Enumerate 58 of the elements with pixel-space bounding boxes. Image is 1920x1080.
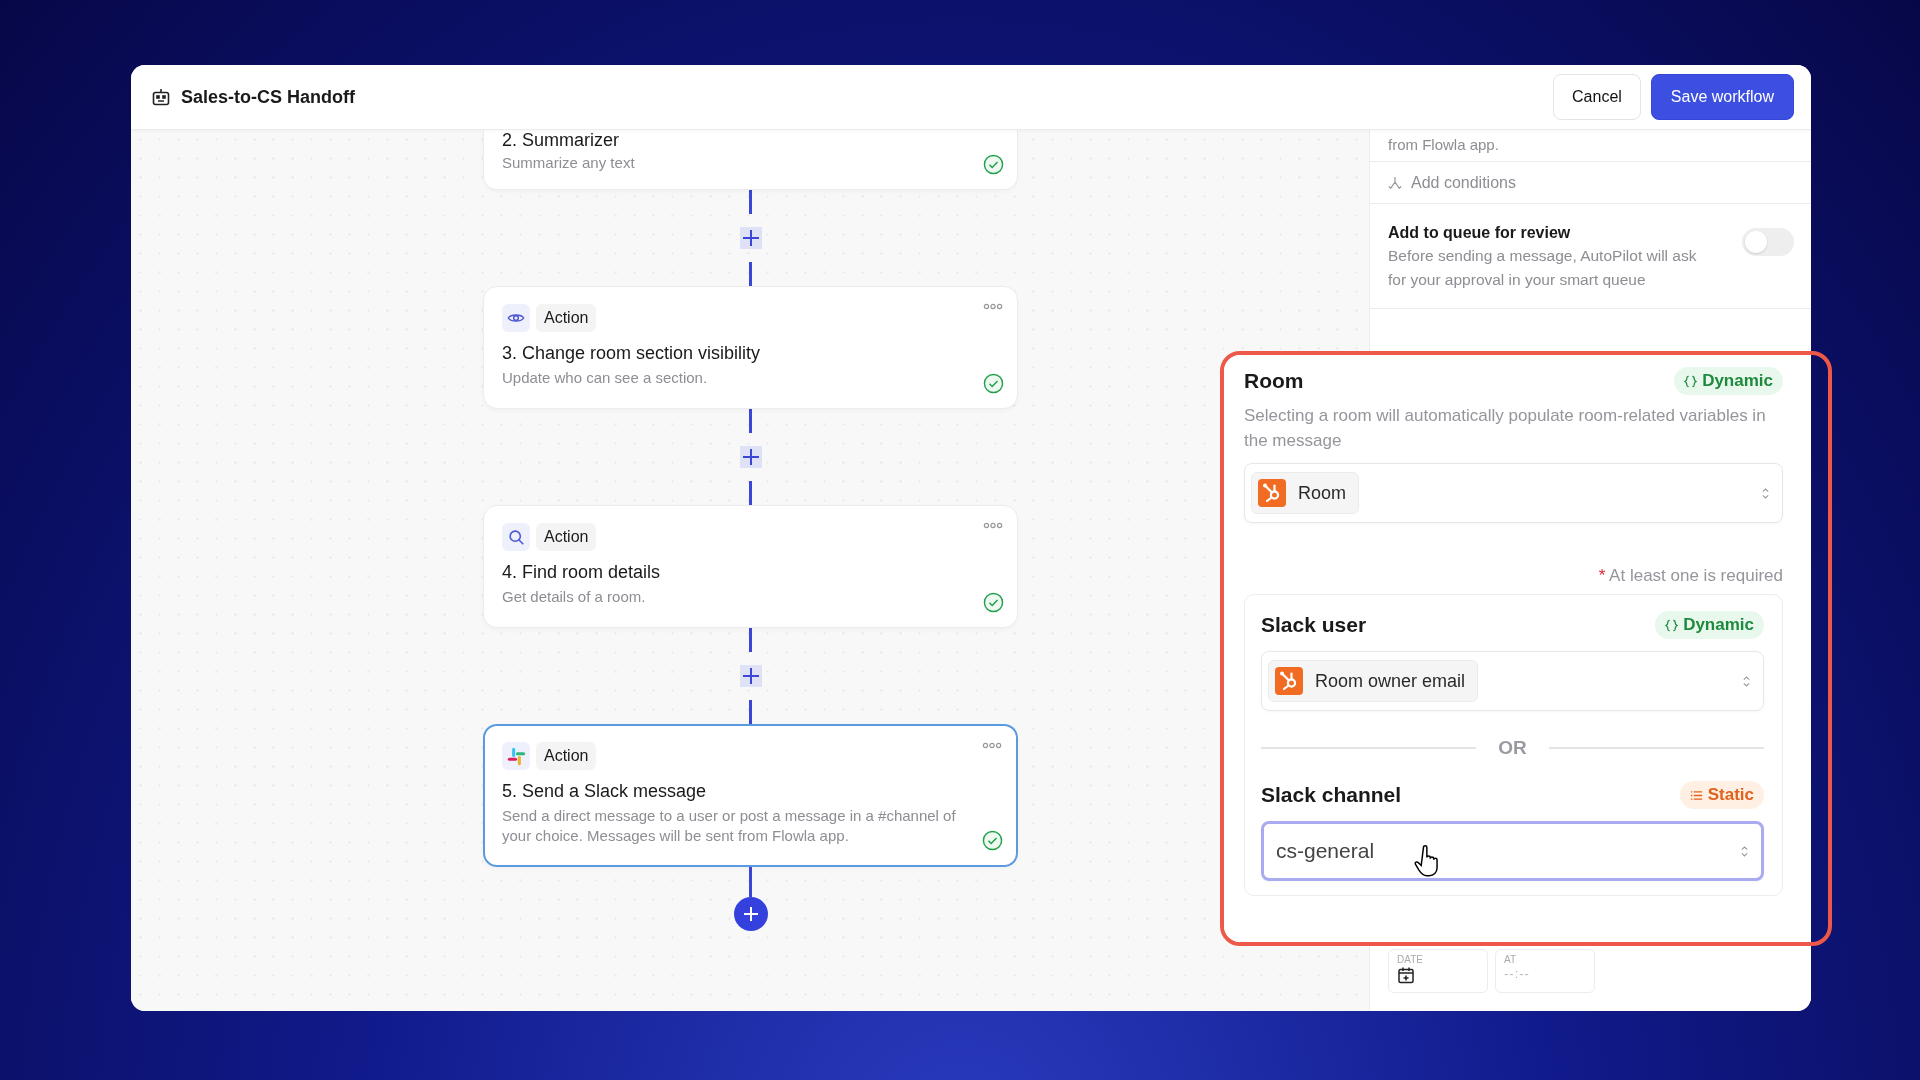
plus-icon	[740, 228, 761, 248]
step-title: 4. Find room details	[502, 561, 662, 584]
multicolor-hash-icon	[506, 746, 526, 766]
queue-description: Before sending a message, AutoPilot will ask for your approval in your smart queue	[1388, 246, 1698, 290]
more-options-icon[interactable]	[982, 742, 1002, 749]
branch-icon	[1388, 175, 1402, 190]
calendar-plus-icon	[1397, 966, 1415, 984]
plus-icon	[740, 447, 761, 467]
queue-toggle[interactable]	[1742, 228, 1794, 256]
robot-icon	[151, 87, 171, 107]
panel-text: from Flowla app.	[1370, 130, 1811, 162]
room-description: Selecting a room will automatically populate room-related variables in the message	[1244, 405, 1767, 452]
list-icon	[1689, 788, 1703, 802]
user-select[interactable]: Room owner email	[1261, 651, 1764, 711]
variable-chip: Room	[1251, 472, 1359, 514]
variable-chip: Room owner email	[1268, 660, 1479, 702]
field-label: Slack channel	[1261, 783, 1402, 807]
step-description: Update who can see a section.	[502, 368, 709, 388]
braces-icon	[1684, 374, 1698, 388]
workflow-title: Sales-to-CS Handoff	[181, 86, 355, 108]
queue-title: Add to queue for review	[1388, 223, 1572, 243]
mode-tag[interactable]: Dynamic	[1655, 611, 1764, 639]
channel-select[interactable]: cs-general	[1261, 821, 1764, 881]
sprocket-logo-icon	[1258, 479, 1286, 507]
action-tag: Action	[536, 742, 597, 770]
step-title: 3. Change room section visibility	[502, 342, 762, 365]
add-step-button[interactable]	[739, 446, 762, 468]
up-down-arrows-icon	[1742, 674, 1751, 689]
step-card[interactable]: Action 5. Send a Slack message Send a direct message to a user or post a message in a #channel of your choice. Messages will be sent from Flowla app.	[483, 724, 1018, 867]
mode-tag[interactable]: Dynamic	[1674, 367, 1783, 395]
search-icon	[507, 528, 525, 546]
step-description: Get details of a room.	[502, 587, 647, 607]
add-step-button[interactable]	[733, 897, 768, 931]
more-options-icon[interactable]	[983, 303, 1003, 310]
room-select[interactable]: Room	[1244, 463, 1783, 523]
action-tag: Action	[536, 304, 597, 332]
step-title: 5. Send a Slack message	[502, 780, 708, 803]
save-button[interactable]: Save workflow	[1650, 74, 1794, 120]
step-card[interactable]: 2. Summarizer Summarize any text	[483, 130, 1018, 190]
add-step-button[interactable]	[739, 665, 762, 687]
step-description: Send a direct message to a user or post a message in a #channel of your choice. Messages will be sent from Flowla app.	[502, 806, 957, 846]
cancel-button[interactable]: Cancel	[1553, 74, 1641, 120]
braces-icon	[1665, 618, 1679, 632]
add-step-button[interactable]	[739, 227, 762, 249]
step-description: Summarize any text	[502, 153, 636, 173]
step-card[interactable]: Action 3. Change room section visibility Update who can see a section.	[483, 286, 1018, 409]
step-card[interactable]: Action 4. Find room details Get details of a room.	[483, 505, 1018, 628]
field-label: Slack user	[1261, 613, 1367, 637]
up-down-arrows-icon	[1761, 486, 1770, 501]
room-label: Room	[1244, 369, 1304, 393]
or-separator: OR	[1498, 737, 1527, 759]
action-tag: Action	[536, 523, 597, 551]
more-options-icon[interactable]	[983, 522, 1003, 529]
required-note: * At least one is required	[1597, 566, 1783, 586]
plus-icon	[740, 666, 761, 686]
up-down-arrows-icon	[1740, 844, 1749, 859]
sprocket-logo-icon	[1275, 667, 1303, 695]
step-title: 2. Summarizer	[502, 130, 621, 150]
